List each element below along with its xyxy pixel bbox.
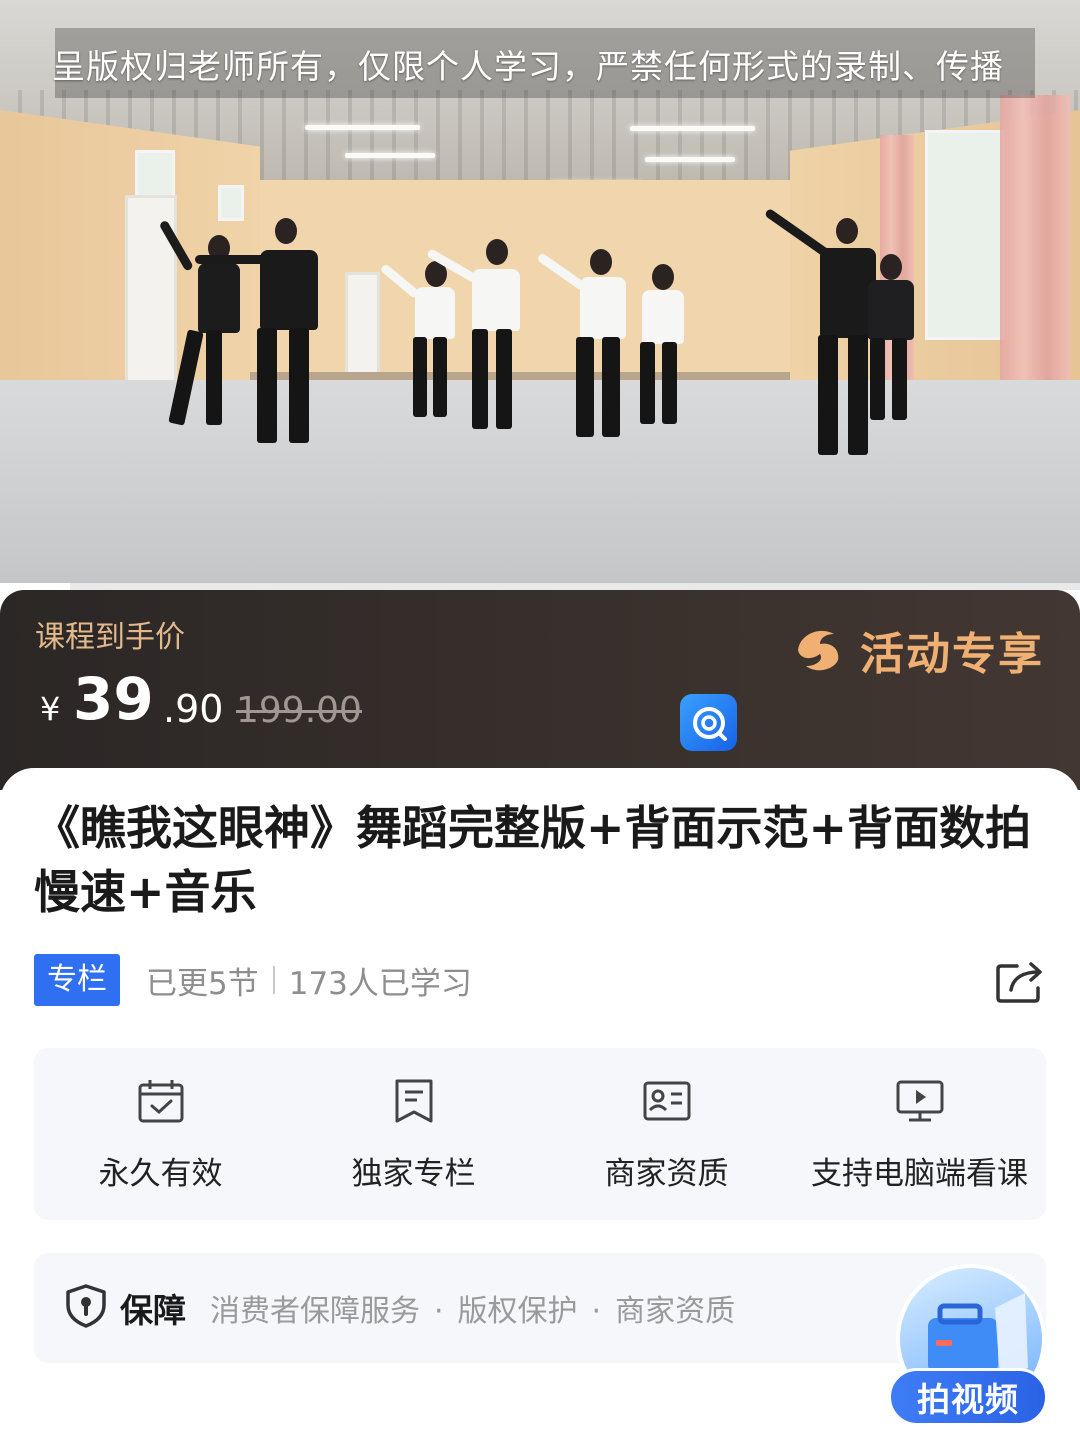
course-card: 《瞧我这眼神》舞蹈完整版+背面示范+背面数拍慢速+音乐 专栏 已更5节 173人… (0, 768, 1080, 1430)
app-logo-icon (680, 694, 737, 751)
ceiling-light (630, 126, 755, 131)
course-title: 《瞧我这眼神》舞蹈完整版+背面示范+背面数拍慢速+音乐 (34, 801, 1032, 919)
monitor-play-icon (896, 1080, 943, 1122)
feature-label: 永久有效 (98, 1156, 223, 1192)
guarantee-separator: · (591, 1294, 602, 1329)
window (218, 185, 244, 221)
price-currency: ¥ (40, 690, 61, 728)
window (925, 130, 1005, 340)
feature-item: 商家资质 (540, 1048, 793, 1220)
promo-logo-icon (790, 620, 846, 680)
ceiling-light (645, 157, 735, 162)
original-price: 199.00 (236, 690, 362, 731)
calendar-check-icon (138, 1080, 183, 1123)
price-integer: 39 (73, 665, 154, 733)
curtain (1000, 95, 1070, 415)
updated-count: 已更5节 (146, 965, 259, 1002)
video-player[interactable]: 呈版权归老师所有，仅限个人学习，严禁任何形式的录制、传播 (0, 0, 1080, 590)
price-panel: 课程到手价 ¥ 39 .90 199.00 活动专享 (0, 590, 1080, 790)
share-icon[interactable] (995, 960, 1045, 1004)
feature-label: 商家资质 (604, 1156, 729, 1192)
shoot-video-label: 拍视频 (888, 1368, 1048, 1426)
guarantee-title: 保障 (120, 1291, 186, 1330)
shield-icon (64, 1283, 108, 1333)
promo-text: 活动专享 (860, 629, 1044, 680)
air-conditioner (345, 272, 380, 384)
feature-label: 支持电脑端看课 (811, 1156, 1028, 1192)
back-wall (240, 180, 800, 380)
guarantee-items: 消费者保障服务 · 版权保护 · 商家资质 (210, 1286, 735, 1330)
guarantee-separator: · (434, 1294, 444, 1329)
meta-divider (272, 966, 275, 994)
ceiling-light (305, 125, 420, 130)
price-decimal: .90 (163, 687, 224, 731)
ceiling-light (345, 153, 435, 158)
guarantee-item: 消费者保障服务 (210, 1294, 420, 1329)
feature-strip: 永久有效 独家专栏 商家资质 支持电脑端看课 (34, 1048, 1046, 1220)
course-meta: 专栏 已更5节 173人已学习 (34, 954, 472, 1006)
id-card-icon (643, 1081, 690, 1121)
guarantee-item: 版权保护 (457, 1294, 578, 1329)
feature-label: 独家专栏 (351, 1156, 476, 1192)
feature-item: 支持电脑端看课 (793, 1048, 1046, 1220)
video-progress-bar[interactable] (0, 583, 1080, 590)
window (135, 150, 175, 198)
bookmark-doc-icon (395, 1079, 432, 1123)
shoot-video-button[interactable]: 拍视频 (888, 1256, 1048, 1430)
promo-badge: 活动专享 (790, 620, 1044, 680)
feature-item: 独家专栏 (287, 1048, 540, 1220)
learner-count: 173人已学习 (288, 965, 472, 1002)
watermark-text: 呈版权归老师所有，仅限个人学习，严禁任何形式的录制、传播 (52, 47, 1004, 86)
price-label: 课程到手价 (35, 620, 185, 655)
feature-item: 永久有效 (34, 1048, 287, 1220)
column-tag: 专栏 (34, 954, 120, 1006)
guarantee-item: 商家资质 (615, 1294, 736, 1329)
video-progress-fill (0, 583, 71, 590)
floor (0, 380, 1080, 590)
